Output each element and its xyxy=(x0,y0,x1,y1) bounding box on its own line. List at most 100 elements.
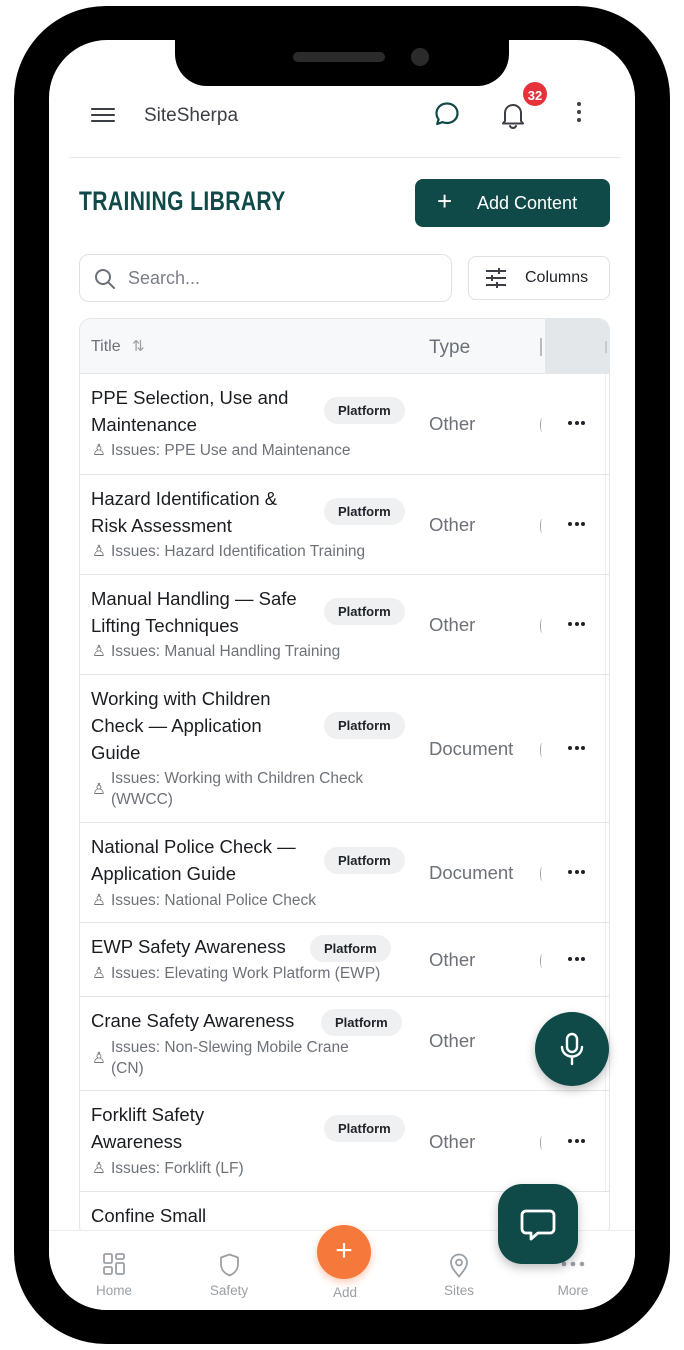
row-title[interactable]: Working with Children Check — Application… xyxy=(91,685,271,766)
award-icon: ♙ xyxy=(92,965,106,982)
phone-notch xyxy=(175,40,509,86)
row-title[interactable]: PPE Selection, Use and Maintenance xyxy=(91,384,288,438)
shield-icon xyxy=(220,1253,239,1277)
award-icon: ♙ xyxy=(92,1050,106,1067)
row-type: Other xyxy=(429,413,476,434)
table-header: Title ⇅ Type xyxy=(80,319,609,374)
app-screen: SiteSherpa 32 TRAINING LIBRARY + Add Con… xyxy=(49,40,635,1310)
table-row[interactable]: Hazard Identification & Risk Assessment P… xyxy=(80,475,609,575)
row-truncated-cell xyxy=(540,619,544,633)
more-horizontal-icon[interactable] xyxy=(568,622,588,628)
row-edge xyxy=(605,1091,606,1191)
row-issues: ♙ Issues: National Police Check xyxy=(92,892,317,909)
award-icon: ♙ xyxy=(92,892,106,909)
award-icon: ♙ xyxy=(92,543,106,560)
row-type: Other xyxy=(429,614,476,635)
row-title[interactable]: National Police Check — Application Guide xyxy=(91,833,296,887)
plus-icon: + xyxy=(335,1234,353,1267)
platform-badge: Platform xyxy=(324,498,405,525)
support-chat-button[interactable] xyxy=(498,1184,578,1264)
home-grid-icon xyxy=(103,1253,125,1275)
row-type: Document xyxy=(429,738,514,759)
sort-icon[interactable]: ⇅ xyxy=(132,337,145,355)
row-title[interactable]: Manual Handling — Safe Lifting Techniques xyxy=(91,585,297,639)
table-row[interactable]: Forklift Safety Awareness Platform ♙ Issue… xyxy=(80,1091,609,1192)
row-edge xyxy=(605,374,606,474)
row-title[interactable]: Crane Safety Awareness xyxy=(91,1007,294,1034)
row-edge xyxy=(605,675,606,822)
row-issues: ♙ Issues: PPE Use and Maintenance xyxy=(92,442,351,459)
nav-safety-label: Safety xyxy=(209,1283,249,1298)
chat-icon[interactable] xyxy=(433,100,461,128)
row-title[interactable]: Hazard Identification & Risk Assessment xyxy=(91,485,277,539)
nav-add-button[interactable]: + xyxy=(317,1225,371,1279)
more-horizontal-icon[interactable] xyxy=(568,421,588,427)
row-truncated-cell xyxy=(540,418,544,432)
row-issues: ♙ Issues: Working with Children Check (W… xyxy=(92,770,364,808)
nav-more-label: More xyxy=(557,1283,589,1298)
add-content-label: Add Content xyxy=(477,193,578,213)
search-input[interactable] xyxy=(128,265,428,291)
row-type: Document xyxy=(429,862,514,883)
search-icon xyxy=(95,269,115,289)
row-type: Other xyxy=(429,1030,476,1051)
award-icon: ♙ xyxy=(92,781,106,798)
more-vertical-icon[interactable] xyxy=(575,102,583,126)
row-truncated-cell xyxy=(540,867,544,881)
sliders-icon xyxy=(486,268,506,288)
more-horizontal-icon[interactable] xyxy=(568,1139,588,1145)
row-truncated-cell xyxy=(540,743,544,757)
award-icon: ♙ xyxy=(92,442,106,459)
nav-add-label: Add xyxy=(332,1285,358,1300)
platform-badge: Platform xyxy=(324,598,405,625)
platform-badge: Platform xyxy=(321,1009,402,1036)
award-icon: ♙ xyxy=(92,643,106,660)
bell-icon[interactable] xyxy=(499,100,527,130)
row-title[interactable]: Confine Small xyxy=(91,1202,206,1229)
support-chat-icon xyxy=(520,1209,556,1241)
header-divider xyxy=(69,157,621,158)
nav-home-label: Home xyxy=(95,1283,132,1298)
row-type: Other xyxy=(429,1131,476,1152)
menu-icon[interactable] xyxy=(91,104,115,126)
row-issues: ♙ Issues: Hazard Identification Training xyxy=(92,543,366,560)
column-header-type[interactable]: Type xyxy=(429,337,470,359)
row-truncated-cell xyxy=(540,954,544,968)
table-row[interactable]: EWP Safety Awareness Platform ♙ Issues: E… xyxy=(80,923,609,997)
row-title[interactable]: EWP Safety Awareness xyxy=(91,933,286,960)
more-horizontal-icon[interactable] xyxy=(568,870,588,876)
add-content-button[interactable]: + Add Content xyxy=(415,179,610,227)
column-header-truncated xyxy=(540,338,542,356)
platform-badge: Platform xyxy=(324,712,405,739)
voice-input-button[interactable] xyxy=(535,1012,609,1086)
award-icon: ♙ xyxy=(92,1160,106,1177)
columns-button[interactable]: Columns xyxy=(468,256,610,300)
nav-sites-label: Sites xyxy=(443,1283,474,1298)
row-edge xyxy=(605,923,606,996)
search-box[interactable] xyxy=(79,254,452,302)
more-horizontal-icon[interactable] xyxy=(568,957,588,963)
row-edge xyxy=(605,823,606,922)
row-issues: ♙ Issues: Manual Handling Training xyxy=(92,643,341,660)
plus-icon: + xyxy=(437,186,453,216)
page-title: TRAINING LIBRARY xyxy=(79,186,286,216)
table-row[interactable]: National Police Check — Application Guide… xyxy=(80,823,609,923)
more-horizontal-icon xyxy=(561,1261,585,1267)
column-header-actions xyxy=(545,319,609,374)
table-row[interactable]: Crane Safety Awareness Platform ♙ Issues… xyxy=(80,997,609,1091)
table-row[interactable]: Working with Children Check — Application… xyxy=(80,675,609,823)
row-issues: ♙ Issues: Forklift (LF) xyxy=(92,1160,244,1177)
table-row[interactable]: Manual Handling — Safe Lifting Techniques… xyxy=(80,575,609,675)
more-horizontal-icon[interactable] xyxy=(568,522,588,528)
row-issues: ♙ Issues: Non-Slewing Mobile Crane (CN) xyxy=(92,1039,349,1077)
speaker-grille xyxy=(293,52,385,62)
row-truncated-cell xyxy=(540,1136,544,1150)
map-pin-icon xyxy=(450,1253,468,1278)
top-app-bar: SiteSherpa 32 xyxy=(49,80,635,142)
column-header-title[interactable]: Title xyxy=(91,338,121,356)
row-issues: ♙ Issues: Elevating Work Platform (EWP) xyxy=(92,965,381,982)
row-title[interactable]: Forklift Safety Awareness xyxy=(91,1101,204,1155)
training-table: Title ⇅ Type PPE Selection, Use and Maint… xyxy=(79,318,610,1238)
table-row[interactable]: PPE Selection, Use and Maintenance Platfo… xyxy=(80,374,609,475)
more-horizontal-icon[interactable] xyxy=(568,746,588,752)
